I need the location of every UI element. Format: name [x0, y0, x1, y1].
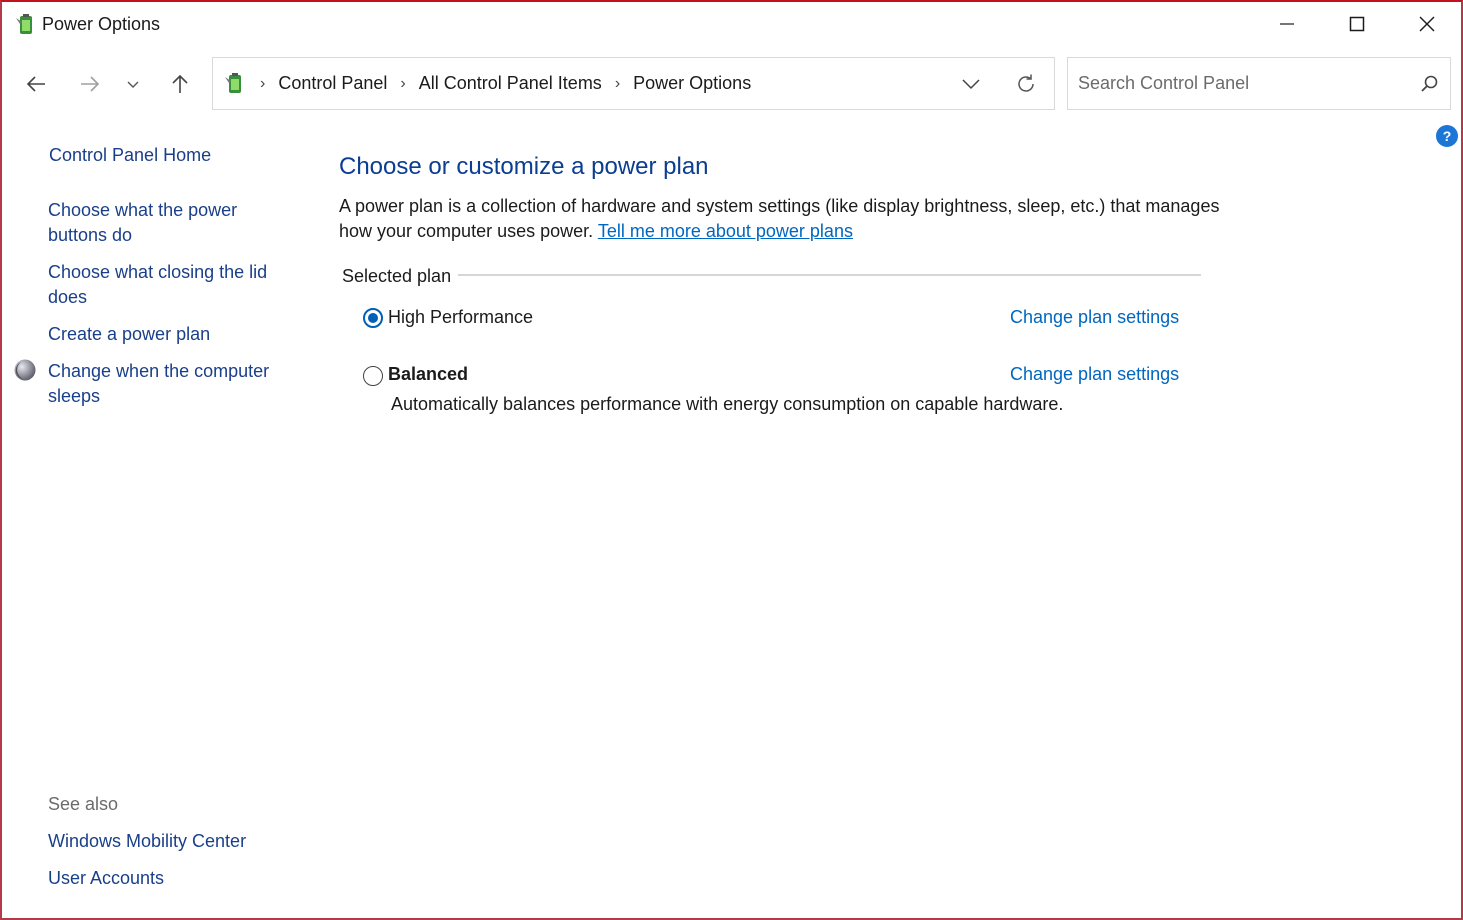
page-title: Choose or customize a power plan: [339, 153, 709, 180]
power-buttons-link[interactable]: Choose what the power buttons do: [48, 198, 278, 248]
recent-locations-button[interactable]: [118, 66, 148, 102]
refresh-button[interactable]: [1013, 71, 1039, 97]
forward-button[interactable]: [72, 66, 108, 102]
arrow-right-icon: [81, 76, 100, 92]
close-button[interactable]: [1392, 2, 1462, 46]
chevron-right-icon: ›: [260, 74, 266, 92]
refresh-icon: [1018, 74, 1034, 92]
up-button[interactable]: [162, 66, 198, 102]
windows-mobility-center-link[interactable]: Windows Mobility Center: [48, 829, 246, 854]
selected-plan-heading: Selected plan: [342, 266, 452, 286]
breadcrumb-control-panel[interactable]: Control Panel: [278, 73, 387, 94]
left-navigation-pane: Control Panel Home Choose what the power…: [2, 122, 302, 912]
balanced-description: Automatically balances performance with …: [391, 394, 1064, 414]
minimize-icon: [1280, 23, 1294, 25]
balanced-label[interactable]: Balanced: [388, 364, 468, 385]
breadcrumb-power-options[interactable]: Power Options: [633, 73, 751, 94]
balanced-change-settings-link[interactable]: Change plan settings: [1010, 364, 1179, 385]
create-power-plan-link[interactable]: Create a power plan: [48, 322, 210, 347]
maximize-icon: [1349, 16, 1365, 32]
help-icon: ?: [1442, 128, 1452, 144]
chevron-down-icon: [127, 81, 139, 88]
back-button[interactable]: [18, 66, 54, 102]
closing-lid-link[interactable]: Choose what closing the lid does: [48, 260, 278, 310]
change-sleep-link[interactable]: Change when the computer sleeps: [48, 359, 288, 409]
address-bar[interactable]: › Control Panel › All Control Panel Item…: [212, 57, 1055, 110]
sleep-moon-icon: [13, 358, 37, 382]
group-divider: [458, 274, 1201, 276]
help-button[interactable]: ?: [1436, 125, 1458, 147]
search-input[interactable]: [1078, 58, 1408, 109]
control-panel-home-link[interactable]: Control Panel Home: [49, 143, 211, 168]
maximize-button[interactable]: [1322, 2, 1392, 46]
close-icon: [1419, 16, 1435, 32]
power-options-app-icon: [14, 12, 38, 36]
title-bar[interactable]: Power Options: [2, 2, 1461, 48]
address-history-button[interactable]: [957, 72, 985, 96]
control-panel-icon: [223, 71, 247, 95]
arrow-left-icon: [26, 76, 45, 92]
chevron-down-icon: [962, 79, 980, 90]
breadcrumb: › Control Panel › All Control Panel Item…: [257, 73, 751, 94]
chevron-right-icon[interactable]: ›: [615, 75, 620, 93]
high-performance-change-settings-link[interactable]: Change plan settings: [1010, 307, 1179, 328]
chevron-right-icon[interactable]: ›: [400, 75, 405, 93]
see-also-heading: See also: [48, 794, 119, 814]
high-performance-radio[interactable]: [363, 308, 383, 328]
window-title: Power Options: [42, 14, 161, 34]
learn-more-link[interactable]: Tell me more about power plans: [598, 221, 853, 241]
balanced-radio[interactable]: [363, 366, 383, 386]
search-icon[interactable]: [1420, 74, 1440, 94]
power-options-window: Power Options › Control Panel › All Cont…: [0, 0, 1463, 920]
arrow-up-icon: [172, 74, 188, 93]
breadcrumb-all-items[interactable]: All Control Panel Items: [419, 73, 602, 94]
search-box[interactable]: [1067, 57, 1451, 110]
page-description: A power plan is a collection of hardware…: [339, 194, 1239, 244]
high-performance-label[interactable]: High Performance: [388, 307, 533, 328]
minimize-button[interactable]: [1252, 2, 1322, 46]
user-accounts-link[interactable]: User Accounts: [48, 866, 164, 891]
